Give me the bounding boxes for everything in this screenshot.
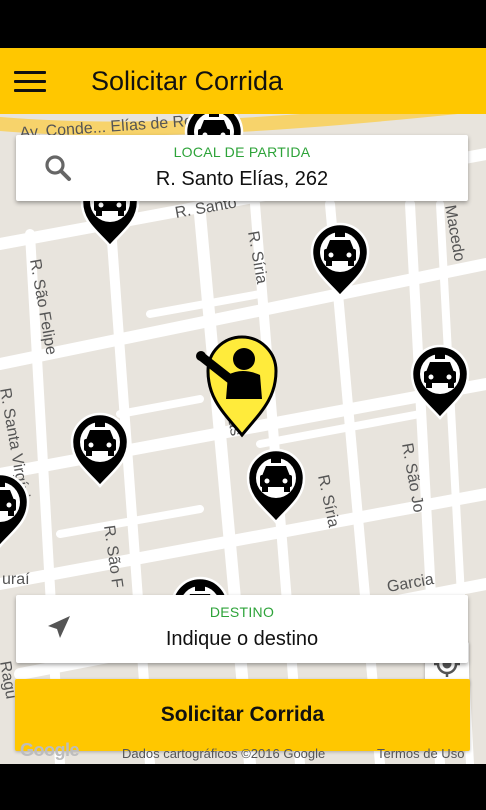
destination-card[interactable]: DESTINO Indique o destino bbox=[16, 595, 468, 663]
street-label: uraí bbox=[2, 571, 30, 588]
origin-card[interactable]: LOCAL DE PARTIDA R. Santo Elías, 262 bbox=[16, 135, 468, 201]
page-title: Solicitar Corrida bbox=[91, 65, 284, 96]
map-view[interactable]: Av. Conde... Elías de Robiano R. Santo R… bbox=[0, 114, 486, 764]
taxi-pin-icon bbox=[246, 448, 306, 524]
origin-label: LOCAL DE PARTIDA bbox=[173, 144, 311, 160]
request-ride-button[interactable]: Solicitar Corrida bbox=[15, 679, 470, 751]
destination-label: DESTINO bbox=[209, 604, 275, 620]
navigation-bar bbox=[0, 764, 486, 810]
terms-link[interactable]: Termos de Uso bbox=[377, 746, 464, 761]
street-label: R. São F bbox=[100, 524, 126, 589]
map-data-attribution: Dados cartográficos ©2016 Google bbox=[122, 746, 326, 761]
status-bar bbox=[0, 0, 486, 48]
destination-field[interactable]: Indique o destino bbox=[16, 628, 468, 651]
app-bar: Solicitar Corrida bbox=[0, 48, 486, 114]
taxi-pin-icon bbox=[70, 412, 130, 488]
map-canvas: Av. Conde... Elías de Robiano R. Santo R… bbox=[0, 114, 486, 764]
google-logo: Google bbox=[20, 740, 80, 760]
menu-icon[interactable] bbox=[14, 69, 46, 93]
street-label: R. Síria bbox=[244, 230, 270, 286]
origin-address[interactable]: R. Santo Elías, 262 bbox=[16, 168, 468, 191]
